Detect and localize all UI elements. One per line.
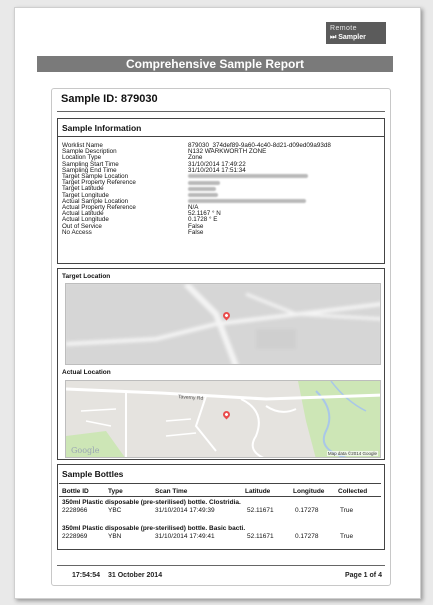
actual-location-label: Actual Location xyxy=(62,369,111,376)
sample-bottles-heading: Sample Bottles xyxy=(62,469,124,479)
footer-date: 31 October 2014 xyxy=(108,572,163,579)
bottle-scan-time: 31/10/2014 17:49:41 xyxy=(155,533,215,540)
redacted-value xyxy=(188,199,306,204)
column-latitude: Latitude xyxy=(245,488,271,495)
column-scan-time: Scan Time xyxy=(155,488,188,495)
logo-line1: Remote xyxy=(330,25,357,32)
bottle-latitude: 52.11671 xyxy=(247,533,274,540)
footer-time: 17:54:54 xyxy=(72,572,101,579)
bottle-type: YBN xyxy=(108,533,122,540)
sample-id: Sample ID: 879030 xyxy=(61,93,158,105)
bottle-scan-time: 31/10/2014 17:49:39 xyxy=(155,507,215,514)
bottle-collected: True xyxy=(340,533,354,540)
redacted-value xyxy=(188,180,220,185)
bottle-id: 2228966 xyxy=(62,507,88,514)
redacted-value xyxy=(188,174,308,179)
target-location-map xyxy=(65,283,381,365)
info-label: No Access xyxy=(62,228,92,236)
footer-page-number: Page 1 of 4 xyxy=(345,572,382,579)
bottle-id: 2228969 xyxy=(62,533,88,540)
remote-sampler-logo: Remote ⏭ Sampler xyxy=(326,22,386,44)
bottles-heading-rule xyxy=(59,483,381,484)
bottle-collected: True xyxy=(340,507,354,514)
bottle-type: YBC xyxy=(108,507,122,514)
logo-line2: ⏭ Sampler xyxy=(330,34,366,41)
google-logo: Google xyxy=(71,446,100,455)
sample-information-box: Sample Information Worklist Name 879030_3… xyxy=(57,118,385,264)
column-longitude: Longitude xyxy=(293,488,325,495)
bottles-header-rule xyxy=(59,496,381,497)
actual-map-drawing xyxy=(66,381,380,457)
column-collected: Collected xyxy=(338,488,368,495)
bottle-group-title: 350ml Plastic disposable (pre-sterilised… xyxy=(62,499,241,506)
info-value: False xyxy=(188,228,204,236)
redacted-value xyxy=(188,186,216,191)
sample-bottles-box: Sample Bottles xyxy=(57,464,385,550)
sample-information-heading: Sample Information xyxy=(58,119,384,137)
report-title: Comprehensive Sample Report xyxy=(37,56,393,72)
column-bottle-id: Bottle ID xyxy=(62,488,89,495)
bottle-group-title: 350ml Plastic disposable (pre-sterilised… xyxy=(62,525,246,532)
info-value xyxy=(188,199,306,205)
redacted-value xyxy=(188,192,218,197)
footer-rule xyxy=(57,565,385,566)
column-type: Type xyxy=(108,488,123,495)
target-map-blurred xyxy=(66,284,380,364)
bottle-longitude: 0.17278 xyxy=(295,533,319,540)
bottle-longitude: 0.17278 xyxy=(295,507,319,514)
map-credit: Map data ©2014 Google xyxy=(326,451,378,456)
actual-location-map: Taverny Rd Google Map data ©2014 Google xyxy=(65,380,381,458)
target-location-label: Target Location xyxy=(62,273,111,280)
divider xyxy=(57,111,385,112)
bottle-latitude: 52.11671 xyxy=(247,507,274,514)
